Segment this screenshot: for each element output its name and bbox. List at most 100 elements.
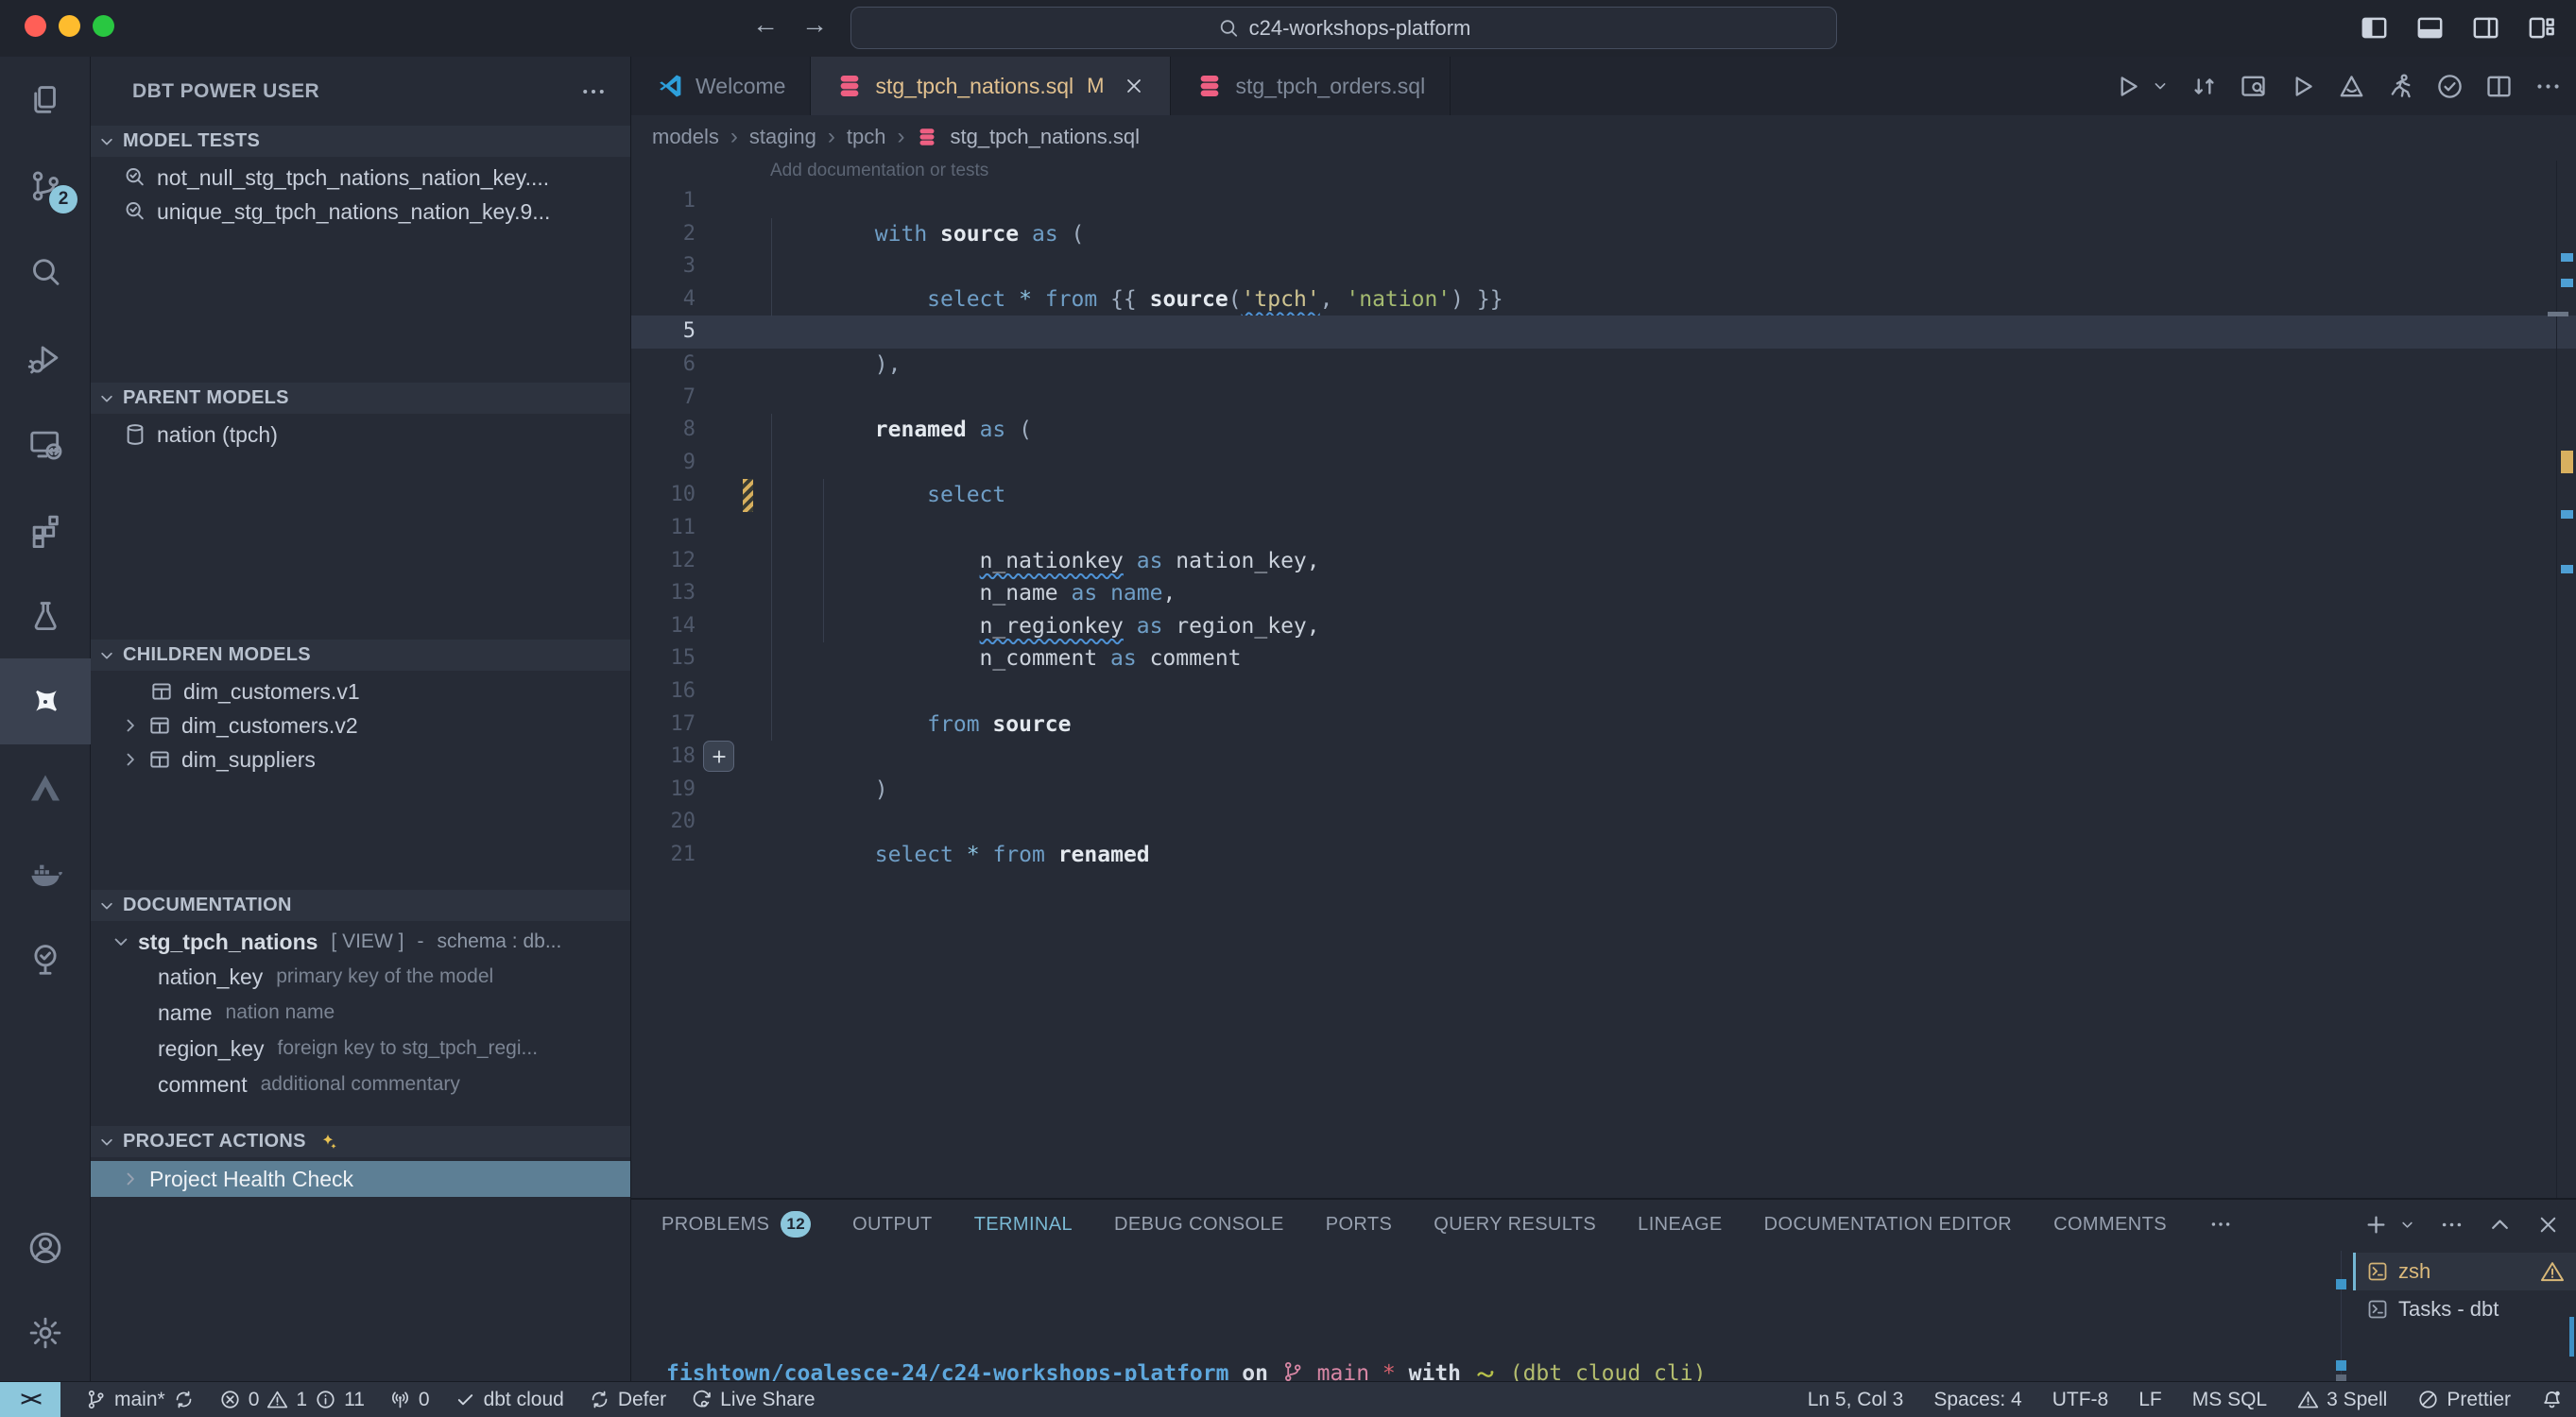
toggle-sidebar-icon[interactable] bbox=[2359, 12, 2390, 43]
panel-tab-output[interactable]: OUTPUT bbox=[852, 1214, 933, 1236]
preview-compiled-icon[interactable] bbox=[2239, 72, 2268, 101]
tab-stg_tpch_orders-sql[interactable]: stg_tpch_orders.sql bbox=[1171, 57, 1451, 115]
toggle-panel-icon[interactable] bbox=[2414, 12, 2446, 43]
activity-item-settings[interactable] bbox=[0, 1290, 91, 1375]
activity-item-explorer[interactable] bbox=[0, 57, 91, 143]
panel-more-actions-icon[interactable] bbox=[2439, 1212, 2464, 1238]
remote-indicator[interactable]: >< bbox=[0, 1382, 60, 1417]
list-item[interactable]: not_null_stg_tpch_nations_nation_key.... bbox=[91, 161, 630, 195]
code-line-12[interactable]: 12 n_name as name, bbox=[631, 545, 2576, 578]
code-line-7[interactable]: 7renamed as ( bbox=[631, 382, 2576, 415]
code-line-13[interactable]: 13 n_regionkey as region_key, bbox=[631, 577, 2576, 610]
status-defer[interactable]: Defer bbox=[589, 1389, 666, 1411]
new-terminal-icon[interactable] bbox=[2363, 1212, 2389, 1238]
list-item[interactable]: dim_customers.v2 bbox=[91, 708, 630, 743]
terminal-command-decoration[interactable] bbox=[2336, 1360, 2346, 1371]
panel-tab-query-results[interactable]: QUERY RESULTS bbox=[1434, 1214, 1596, 1236]
terminal-scrollbar[interactable] bbox=[2569, 1317, 2574, 1357]
terminal-tab-zsh[interactable]: zsh bbox=[2353, 1253, 2576, 1290]
zoom-window-button[interactable] bbox=[93, 15, 114, 37]
activity-item-dbt-power-user[interactable] bbox=[0, 658, 91, 744]
minimize-window-button[interactable] bbox=[59, 15, 80, 37]
code-line-14[interactable]: 14 n_comment as comment bbox=[631, 610, 2576, 643]
pane-header[interactable]: PROJECT ACTIONS bbox=[91, 1126, 630, 1157]
close-panel-icon[interactable] bbox=[2535, 1212, 2561, 1238]
activity-item-accounts[interactable] bbox=[0, 1205, 91, 1290]
code-line-16[interactable]: 16 from source bbox=[631, 675, 2576, 708]
breadcrumb-item[interactable]: tpch bbox=[847, 125, 886, 149]
terminal-viewport[interactable]: fishtown/coalesce-24/c24-workshops-platf… bbox=[631, 1249, 2332, 1381]
activity-item-extensions[interactable] bbox=[0, 487, 91, 572]
toggle-secondary-sidebar-icon[interactable] bbox=[2470, 12, 2501, 43]
breadcrumb-item[interactable]: models bbox=[652, 125, 719, 149]
panel-tab-lineage[interactable]: LINEAGE bbox=[1638, 1214, 1723, 1236]
doc-model-row[interactable]: stg_tpch_nations [ VIEW ] - schema : db.… bbox=[91, 925, 630, 959]
activity-item-testing[interactable] bbox=[0, 572, 91, 658]
list-item[interactable]: Project Health Check bbox=[91, 1161, 630, 1197]
list-item[interactable]: dim_customers.v1 bbox=[91, 674, 630, 708]
activity-item-source-control[interactable]: 2 bbox=[0, 143, 91, 229]
list-item[interactable]: unique_stg_tpch_nations_nation_key.9... bbox=[91, 195, 630, 229]
code-line-6[interactable]: 6 bbox=[631, 349, 2576, 382]
run-query-icon[interactable] bbox=[2113, 72, 2142, 101]
status-spell-checker[interactable]: 3 Spell bbox=[2297, 1389, 2387, 1411]
activity-item-remote-explorer[interactable] bbox=[0, 401, 91, 487]
code-line-11[interactable]: 11 n_nationkey as nation_key, bbox=[631, 512, 2576, 545]
code-line-3[interactable]: 3 select * from {{ source('tpch', 'natio… bbox=[631, 250, 2576, 283]
status-indentation[interactable]: Spaces: 4 bbox=[1933, 1389, 2021, 1411]
panel-tab-terminal[interactable]: TERMINAL bbox=[974, 1214, 1073, 1236]
code-line-15[interactable]: 15 bbox=[631, 642, 2576, 675]
breadcrumb-item[interactable]: staging bbox=[749, 125, 816, 149]
more-actions-icon[interactable] bbox=[2533, 72, 2563, 101]
back-button[interactable]: ← bbox=[747, 9, 784, 40]
split-editor-icon[interactable] bbox=[2484, 72, 2514, 101]
code-line-9[interactable]: 9 select bbox=[631, 447, 2576, 480]
command-center-search[interactable]: c24-workshops-platform bbox=[850, 7, 1837, 49]
code-line-1[interactable]: 1with source as ( bbox=[631, 185, 2576, 218]
list-item[interactable]: nation (tpch) bbox=[91, 418, 630, 452]
forward-button[interactable]: → bbox=[796, 9, 833, 40]
code-line-10[interactable]: 10 bbox=[631, 479, 2576, 512]
panel-tab-ports[interactable]: PORTS bbox=[1326, 1214, 1393, 1236]
doc-column-row[interactable]: nation_key primary key of the model bbox=[91, 959, 630, 995]
list-item[interactable]: dim_suppliers bbox=[91, 743, 630, 777]
code-line-21[interactable]: 21 bbox=[631, 839, 2576, 872]
code-line-8[interactable]: 8 bbox=[631, 414, 2576, 447]
code-editor[interactable]: models›staging›tpch› stg_tpch_nations.sq… bbox=[631, 115, 2576, 1198]
pane-header[interactable]: DOCUMENTATION bbox=[91, 890, 630, 921]
pane-header[interactable]: MODEL TESTS bbox=[91, 126, 630, 157]
customize-layout-icon[interactable] bbox=[2526, 12, 2557, 43]
execute-model-icon[interactable] bbox=[2288, 72, 2317, 101]
close-window-button[interactable] bbox=[25, 15, 46, 37]
status-encoding[interactable]: UTF-8 bbox=[2052, 1389, 2109, 1411]
code-line-18[interactable]: 18) bbox=[631, 741, 2576, 774]
tab-Welcome[interactable]: Welcome bbox=[631, 57, 811, 115]
activity-item-run-debug[interactable] bbox=[0, 315, 91, 401]
status-notifications[interactable] bbox=[2541, 1389, 2563, 1410]
doc-column-row[interactable]: comment additional commentary bbox=[91, 1067, 630, 1102]
code-line-4[interactable]: 4 bbox=[631, 283, 2576, 316]
terminal-command-decoration[interactable] bbox=[2336, 1279, 2346, 1289]
compare-compiled-icon[interactable] bbox=[2190, 72, 2219, 101]
status-ports-forwarded[interactable]: 0 bbox=[389, 1389, 430, 1411]
terminal-tab-tasks---dbt[interactable]: Tasks - dbt bbox=[2353, 1290, 2576, 1328]
code-line-19[interactable]: 19 bbox=[631, 774, 2576, 807]
code-line-2[interactable]: 2 bbox=[631, 218, 2576, 251]
breadcrumb-file[interactable]: stg_tpch_nations.sql bbox=[950, 125, 1140, 149]
status-dbt-cloud[interactable]: dbt cloud bbox=[455, 1389, 564, 1411]
code-line-5[interactable]: 5), bbox=[631, 316, 2576, 349]
test-model-icon[interactable] bbox=[2435, 72, 2464, 101]
sidebar-more-actions-icon[interactable] bbox=[579, 77, 608, 106]
tab-stg_tpch_nations-sql[interactable]: stg_tpch_nations.sql M bbox=[811, 57, 1171, 115]
status-eol[interactable]: LF bbox=[2138, 1389, 2162, 1411]
code-line-17[interactable]: 17 bbox=[631, 708, 2576, 742]
status-live-share[interactable]: Live Share bbox=[691, 1389, 815, 1411]
panel-tab-problems[interactable]: PROBLEMS 12 bbox=[661, 1211, 811, 1238]
status-problems[interactable]: 0111 bbox=[219, 1389, 365, 1411]
pane-header[interactable]: PARENT MODELS bbox=[91, 383, 630, 414]
codelens-action[interactable]: Add documentation or tests bbox=[770, 161, 988, 181]
activity-item-dbt-docs[interactable] bbox=[0, 744, 91, 830]
status-cursor-position[interactable]: Ln 5, Col 3 bbox=[1808, 1389, 1904, 1411]
terminal-dropdown-icon[interactable] bbox=[2398, 1216, 2416, 1234]
activity-item-docker[interactable] bbox=[0, 830, 91, 916]
